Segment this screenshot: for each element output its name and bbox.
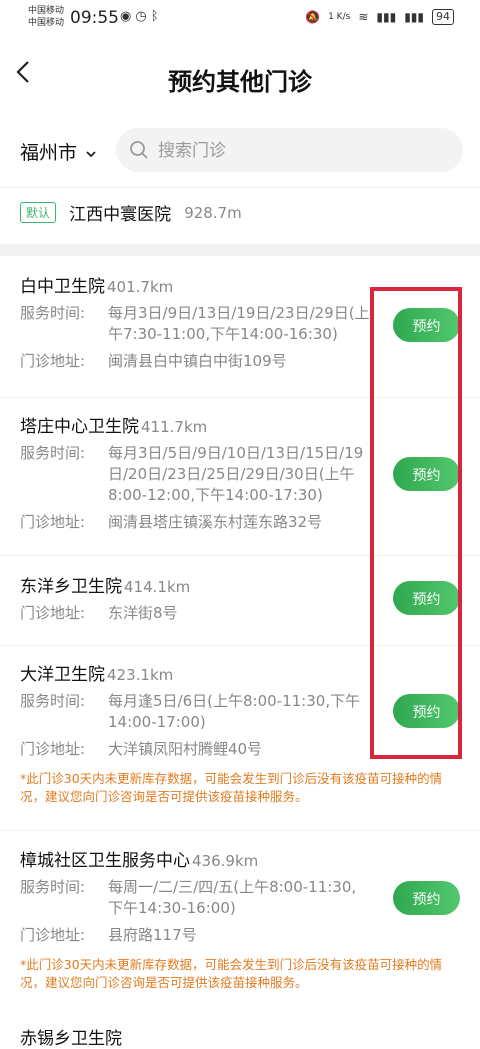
divider — [0, 830, 480, 831]
default-clinic-distance: 928.7m — [184, 203, 242, 222]
city-label: 福州市 — [20, 142, 78, 164]
status-bar: 中国移动 中国移动 09:55 ◉◷ᛒ 🔕 1 K/s ≋ ▮▮▮ ▮▮▮ 94 — [0, 0, 480, 36]
search-icon — [130, 141, 148, 159]
clinic-distance: 423.1km — [107, 666, 174, 684]
clinic-distance: 411.7km — [141, 418, 208, 436]
eye-icon: ◉ — [120, 9, 136, 24]
status-icons-right: 🔕 1 K/s ≋ ▮▮▮ ▮▮▮ 94 — [305, 9, 454, 25]
signal-icon: ▮▮▮ — [376, 10, 397, 24]
bluetooth-icon: ᛒ — [150, 9, 163, 24]
nav-header: 预约其他门诊 — [0, 48, 480, 108]
clinic-name: 塔庄中心卫生院 — [20, 417, 139, 437]
search-row: 福州市 — [0, 128, 480, 174]
mute-icon: 🔕 — [305, 10, 321, 24]
service-time-value: 每月3日/9日/13日/19日/23日/29日(上午7:30-11:00,下午1… — [108, 304, 370, 343]
book-button[interactable]: 预约 — [393, 881, 460, 915]
stock-warning: *此门诊30天内未更新库存数据，可能会发生到门诊后没有该疫苗可接种的情况，建议您… — [20, 957, 443, 990]
clinic-name: 白中卫生院 — [20, 277, 105, 297]
network-speed: 1 K/s — [328, 12, 351, 22]
status-icons-left: ◉◷ᛒ — [120, 9, 163, 24]
alarm-icon: ◷ — [135, 9, 151, 24]
battery-icon: 94 — [432, 9, 454, 25]
highlight-box — [370, 287, 462, 759]
stock-warning: *此门诊30天内未更新库存数据，可能会发生到门诊后没有该疫苗可接种的情况，建议您… — [20, 771, 443, 804]
clinic-distance: 401.7km — [107, 278, 174, 296]
list-item[interactable]: 樟城社区卫生服务中心 436.9km 服务时间: 每周一/二/三/四/五(上午8:0… — [20, 846, 460, 992]
address-row: 门诊地址: 县府路117号 — [20, 925, 460, 946]
service-time-value: 每周一/二/三/四/五(上午8:00-11:30,下午14:30-16:00) — [108, 878, 357, 917]
default-clinic-name: 江西中寰医院 — [69, 205, 172, 225]
clinic-distance: 414.1km — [124, 578, 191, 596]
search-input[interactable] — [156, 128, 450, 174]
signal-icon-2: ▮▮▮ — [404, 10, 424, 24]
list-item[interactable]: 赤锡乡卫生院 — [20, 1024, 460, 1049]
address-value: 东洋街8号 — [108, 604, 178, 622]
page-title: 预约其他门诊 — [168, 68, 312, 96]
clinic-name: 赤锡乡卫生院 — [20, 1029, 122, 1049]
carrier-label: 中国移动 中国移动 — [28, 6, 65, 28]
status-time: 09:55 — [70, 8, 119, 28]
address-value: 县府路117号 — [108, 926, 197, 944]
service-time-value: 每月3日/5日/9日/10日/13日/15日/19日/20日/23日/25日/2… — [108, 444, 364, 504]
clinic-name: 大洋卫生院 — [20, 665, 105, 685]
service-time-value: 每月逢5日/6日(上午8:00-11:30,下午14:00-17:00) — [108, 692, 361, 731]
divider — [0, 187, 480, 188]
section-gap — [0, 244, 480, 256]
default-clinic[interactable]: 默认 江西中寰医院 928.7m — [20, 200, 242, 234]
city-selector[interactable]: 福州市 — [20, 138, 97, 165]
address-value: 闽清县塔庄镇溪东村莲东路32号 — [108, 513, 323, 531]
clinic-name: 东洋乡卫生院 — [20, 577, 122, 597]
address-value: 闽清县白中镇白中街109号 — [108, 352, 287, 370]
clinic-name: 樟城社区卫生服务中心 — [20, 851, 190, 871]
default-badge: 默认 — [20, 202, 57, 223]
wifi-icon: ≋ — [358, 10, 369, 24]
chevron-down-icon — [86, 150, 96, 157]
address-value: 大洋镇凤阳村腾鲤40号 — [108, 740, 263, 758]
search-box[interactable] — [116, 128, 463, 174]
clinic-distance: 436.9km — [192, 852, 259, 870]
